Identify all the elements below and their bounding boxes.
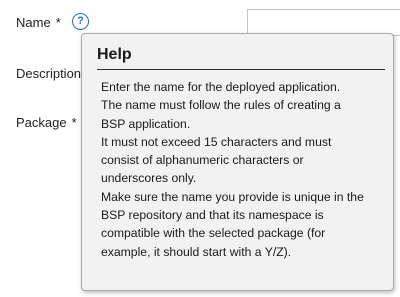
package-field-label: Package *	[16, 115, 77, 130]
help-text-line: The name must follow the rules of creati…	[101, 98, 341, 113]
required-marker: *	[71, 115, 77, 130]
name-input[interactable]	[247, 9, 400, 36]
help-icon[interactable]: ?	[72, 13, 89, 30]
description-label-text: Description	[16, 66, 82, 81]
help-popover-divider	[97, 69, 385, 70]
help-text-line: It must not exceed 15 characters and mus…	[101, 134, 332, 149]
help-text-line: compatible with the selected package (fo…	[101, 226, 326, 241]
package-label-text: Package	[16, 115, 67, 130]
name-field-label: Name *	[16, 15, 61, 30]
help-text-line: Enter the name for the deployed applicat…	[101, 80, 341, 94]
help-text-line: underscores only.	[101, 171, 197, 186]
help-text-line: BSP application.	[101, 116, 191, 131]
help-popover: Help Enter the name for the deployed app…	[81, 33, 394, 291]
help-text-line: example, it should start with a Y/Z).	[101, 244, 292, 259]
help-popover-body: Enter the name for the deployed applicat…	[101, 78, 391, 261]
name-label-text: Name	[16, 15, 51, 30]
help-text-line: BSP repository and that its namespace is	[101, 208, 324, 223]
help-text-line: Make sure the name you provide is unique…	[101, 189, 364, 204]
required-marker: *	[55, 15, 61, 30]
deploy-form: Name * ? Description Package * Help Enter …	[0, 0, 400, 297]
help-text-line: consist of alphanumeric characters or	[101, 153, 304, 168]
description-field-label: Description	[16, 66, 81, 81]
help-popover-title: Help	[97, 46, 132, 63]
